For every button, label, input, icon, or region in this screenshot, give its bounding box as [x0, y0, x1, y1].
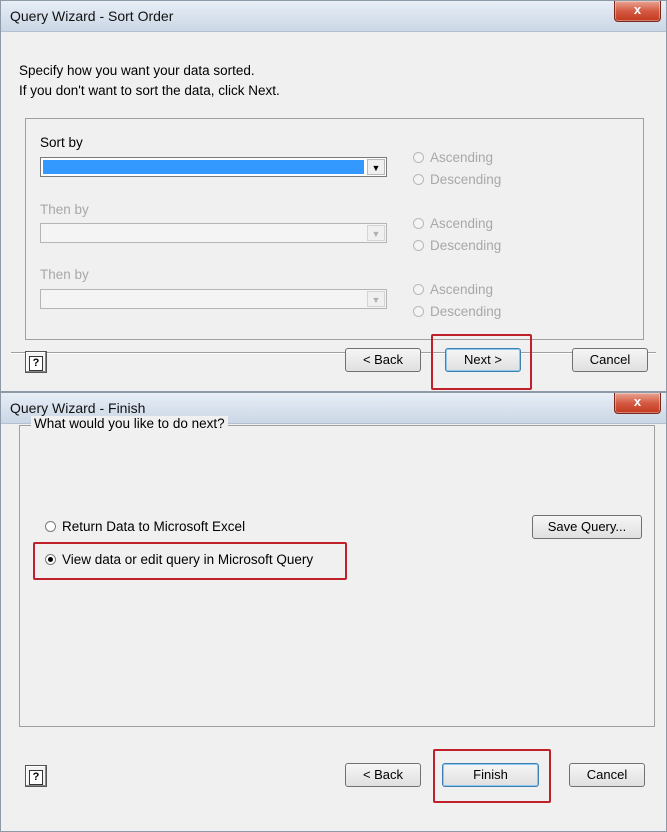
- sort-options-group: Sort by ▼ Ascending Descending Then by ▼…: [25, 118, 644, 340]
- then-by-1-descending-radio[interactable]: Descending: [413, 238, 501, 253]
- then-by-label-1: Then by: [40, 202, 89, 217]
- finish-dialog: Query Wizard - Finish x What would you l…: [0, 392, 667, 832]
- then-by-2-ascending-radio[interactable]: Ascending: [413, 282, 493, 297]
- radio-icon: [45, 521, 56, 532]
- next-button[interactable]: Next >: [445, 348, 521, 372]
- instruction-line-2: If you don't want to sort the data, clic…: [19, 83, 280, 98]
- radio-icon: [413, 174, 424, 185]
- instruction-line-1: Specify how you want your data sorted.: [19, 63, 255, 78]
- back-button[interactable]: < Back: [345, 348, 421, 372]
- return-data-radio[interactable]: Return Data to Microsoft Excel: [45, 519, 245, 534]
- dialog-title: Query Wizard - Finish: [10, 400, 146, 416]
- sort-by-combo[interactable]: ▼: [40, 157, 387, 177]
- radio-selected-icon: [45, 554, 56, 565]
- sort-by-label: Sort by: [40, 135, 83, 150]
- finish-button[interactable]: Finish: [442, 763, 539, 787]
- radio-icon: [413, 284, 424, 295]
- group-caption: What would you like to do next?: [31, 416, 228, 431]
- radio-icon: [413, 152, 424, 163]
- cancel-button[interactable]: Cancel: [572, 348, 648, 372]
- help-button[interactable]: ?: [25, 351, 47, 373]
- sort-by-ascending-radio[interactable]: Ascending: [413, 150, 493, 165]
- selection-highlight: [43, 160, 364, 174]
- radio-icon: [413, 306, 424, 317]
- save-query-button[interactable]: Save Query...: [532, 515, 642, 539]
- next-action-group: [19, 425, 655, 727]
- then-by-combo-2[interactable]: ▼: [40, 289, 387, 309]
- dialog-title: Query Wizard - Sort Order: [10, 8, 174, 24]
- cancel-button[interactable]: Cancel: [569, 763, 645, 787]
- separator: [11, 352, 656, 354]
- then-by-label-2: Then by: [40, 267, 89, 282]
- radio-icon: [413, 240, 424, 251]
- help-button[interactable]: ?: [25, 765, 47, 787]
- help-icon: ?: [29, 356, 43, 371]
- close-button[interactable]: x: [614, 1, 661, 22]
- help-icon: ?: [29, 770, 43, 785]
- sort-order-dialog: Query Wizard - Sort Order x Specify how …: [0, 0, 667, 392]
- dropdown-arrow-icon[interactable]: ▼: [367, 225, 385, 241]
- then-by-1-ascending-radio[interactable]: Ascending: [413, 216, 493, 231]
- back-button[interactable]: < Back: [345, 763, 421, 787]
- then-by-2-descending-radio[interactable]: Descending: [413, 304, 501, 319]
- radio-icon: [413, 218, 424, 229]
- title-bar: Query Wizard - Sort Order x: [1, 1, 666, 32]
- dropdown-arrow-icon[interactable]: ▼: [367, 159, 385, 175]
- close-button[interactable]: x: [614, 393, 661, 414]
- view-edit-query-radio[interactable]: View data or edit query in Microsoft Que…: [45, 552, 313, 567]
- dropdown-arrow-icon[interactable]: ▼: [367, 291, 385, 307]
- sort-by-descending-radio[interactable]: Descending: [413, 172, 501, 187]
- then-by-combo-1[interactable]: ▼: [40, 223, 387, 243]
